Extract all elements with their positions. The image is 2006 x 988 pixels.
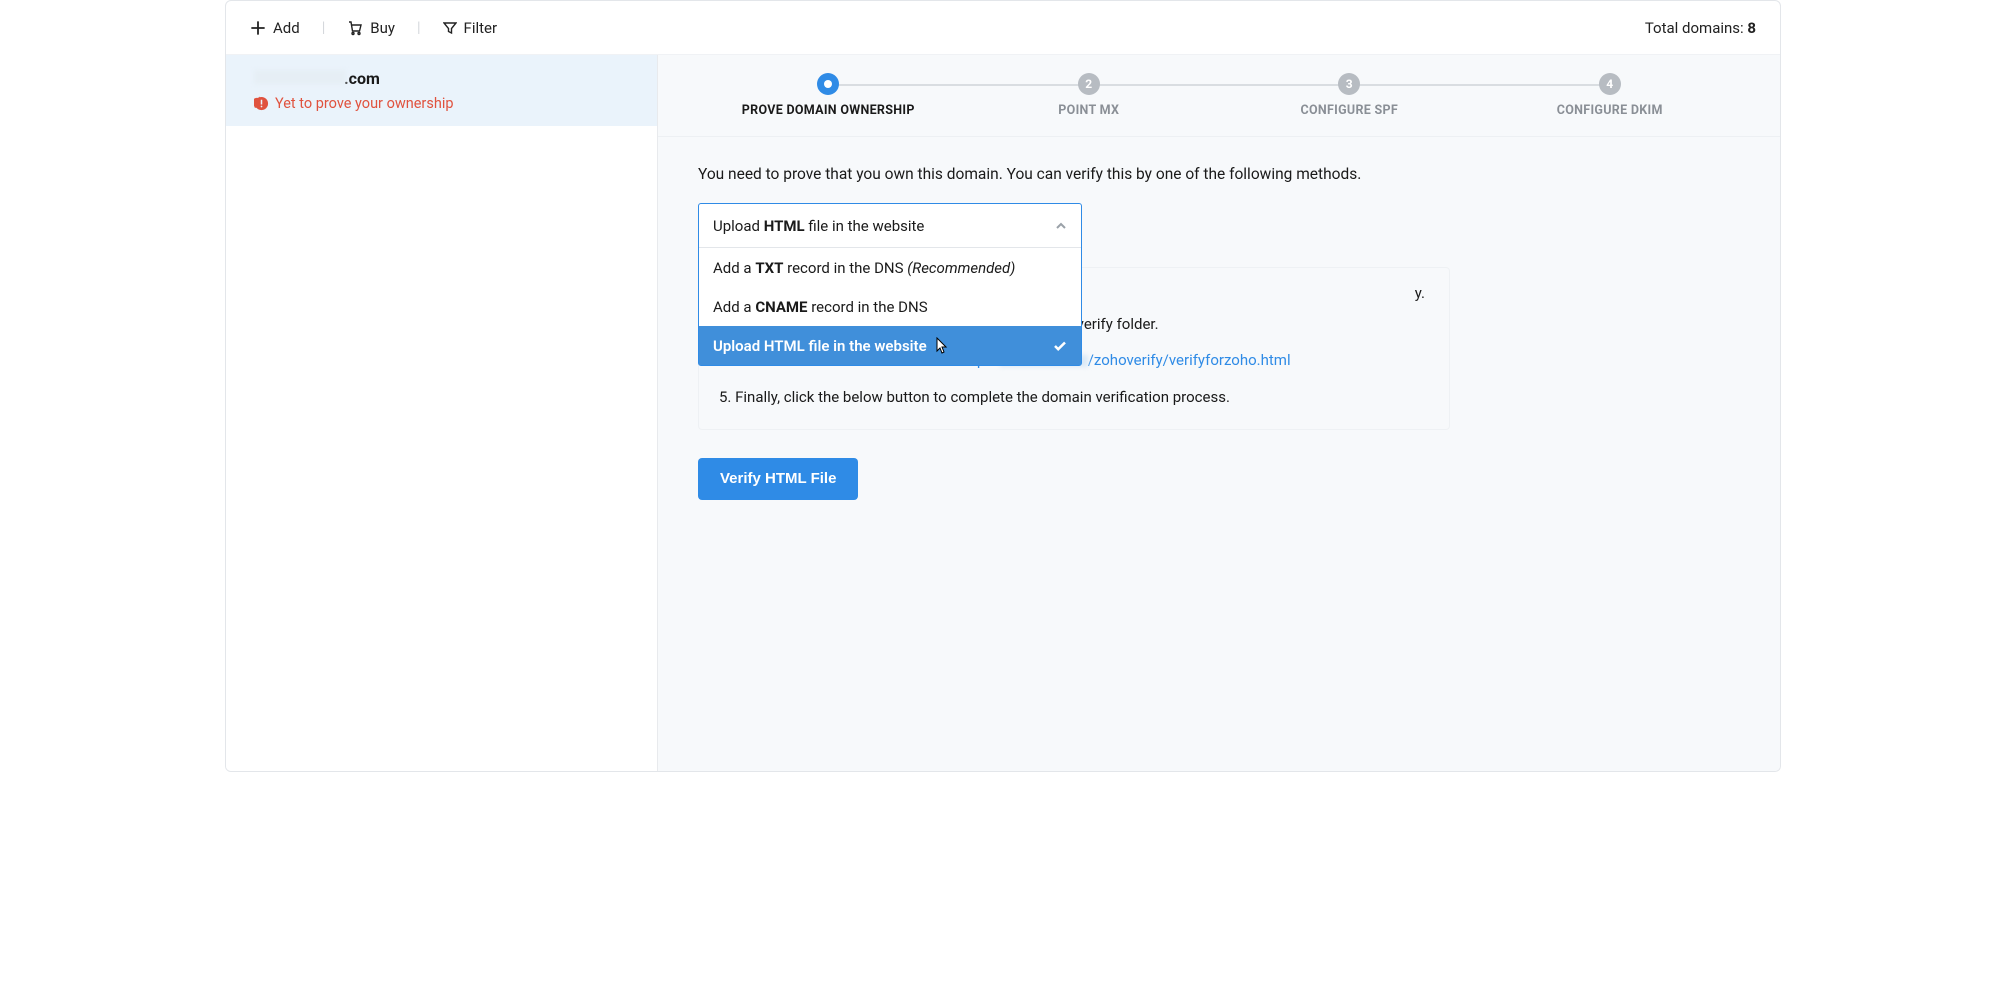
option-label: Add a TXT record in the DNS (Recommended… — [713, 259, 1015, 277]
chevron-up-icon — [1055, 220, 1067, 232]
select-options-list: Add a TXT record in the DNS (Recommended… — [699, 248, 1081, 365]
filter-icon — [443, 21, 457, 35]
domain-item[interactable]: .com Yet to prove your ownership — [226, 55, 657, 126]
total-domains-count: 8 — [1747, 19, 1756, 37]
step-indicator: 2 — [1078, 73, 1100, 95]
total-domains: Total domains: 8 — [1645, 19, 1756, 37]
step-indicator — [817, 73, 839, 95]
add-label: Add — [273, 19, 300, 37]
sidebar: .com Yet to prove your ownership — [226, 55, 658, 771]
step-label: CONFIGURE SPF — [1300, 103, 1398, 118]
main: PROVE DOMAIN OWNERSHIP 2 POINT MX 3 CONF… — [658, 55, 1780, 771]
select-current-value[interactable]: Upload HTML file in the website — [699, 204, 1081, 248]
verify-html-file-button[interactable]: Verify HTML File — [698, 458, 858, 500]
verification-method-select[interactable]: Upload HTML file in the website Add a TX… — [698, 203, 1082, 366]
option-html-file[interactable]: Upload HTML file in the website — [699, 326, 1081, 365]
step-configure-dkim[interactable]: 4 CONFIGURE DKIM — [1480, 73, 1741, 118]
domain-name-redacted — [254, 70, 346, 84]
buy-button[interactable]: Buy — [347, 19, 395, 37]
option-cname-record[interactable]: Add a CNAME record in the DNS — [699, 287, 1081, 326]
option-txt-record[interactable]: Add a TXT record in the DNS (Recommended… — [699, 248, 1081, 287]
buy-label: Buy — [370, 19, 395, 37]
domain-status-text: Yet to prove your ownership — [275, 95, 453, 112]
instruction-step-5: 5. Finally, click the below button to co… — [719, 387, 1429, 407]
separator: | — [417, 19, 421, 36]
cursor-icon — [933, 337, 949, 355]
option-label: Add a CNAME record in the DNS — [713, 298, 928, 316]
step-indicator: 4 — [1599, 73, 1621, 95]
step-indicator: 3 — [1338, 73, 1360, 95]
filter-button[interactable]: Filter — [443, 19, 498, 37]
step-configure-spf[interactable]: 3 CONFIGURE SPF — [1219, 73, 1480, 118]
add-button[interactable]: Add — [250, 19, 300, 37]
step-label: POINT MX — [1058, 103, 1119, 118]
domain-name: .com — [254, 69, 629, 88]
domain-suffix: .com — [344, 69, 380, 88]
step-point-mx[interactable]: 2 POINT MX — [959, 73, 1220, 118]
total-domains-label: Total domains: — [1645, 19, 1748, 37]
step-label: CONFIGURE DKIM — [1557, 103, 1663, 118]
option-label: Upload HTML file in the website — [713, 337, 927, 355]
intro-text: You need to prove that you own this doma… — [698, 165, 1740, 183]
topbar: Add | Buy | Filter Total domains: 8 — [226, 1, 1780, 55]
alert-icon — [254, 96, 269, 111]
filter-label: Filter — [464, 19, 498, 37]
stepper: PROVE DOMAIN OWNERSHIP 2 POINT MX 3 CONF… — [658, 55, 1780, 137]
select-text: Upload HTML file in the website — [713, 217, 924, 235]
step-prove-ownership[interactable]: PROVE DOMAIN OWNERSHIP — [698, 73, 959, 118]
domain-status: Yet to prove your ownership — [254, 95, 629, 112]
cart-icon — [347, 20, 363, 36]
step-label: PROVE DOMAIN OWNERSHIP — [742, 103, 915, 118]
separator: | — [322, 19, 326, 36]
plus-icon — [250, 20, 266, 36]
check-icon — [1053, 339, 1067, 353]
